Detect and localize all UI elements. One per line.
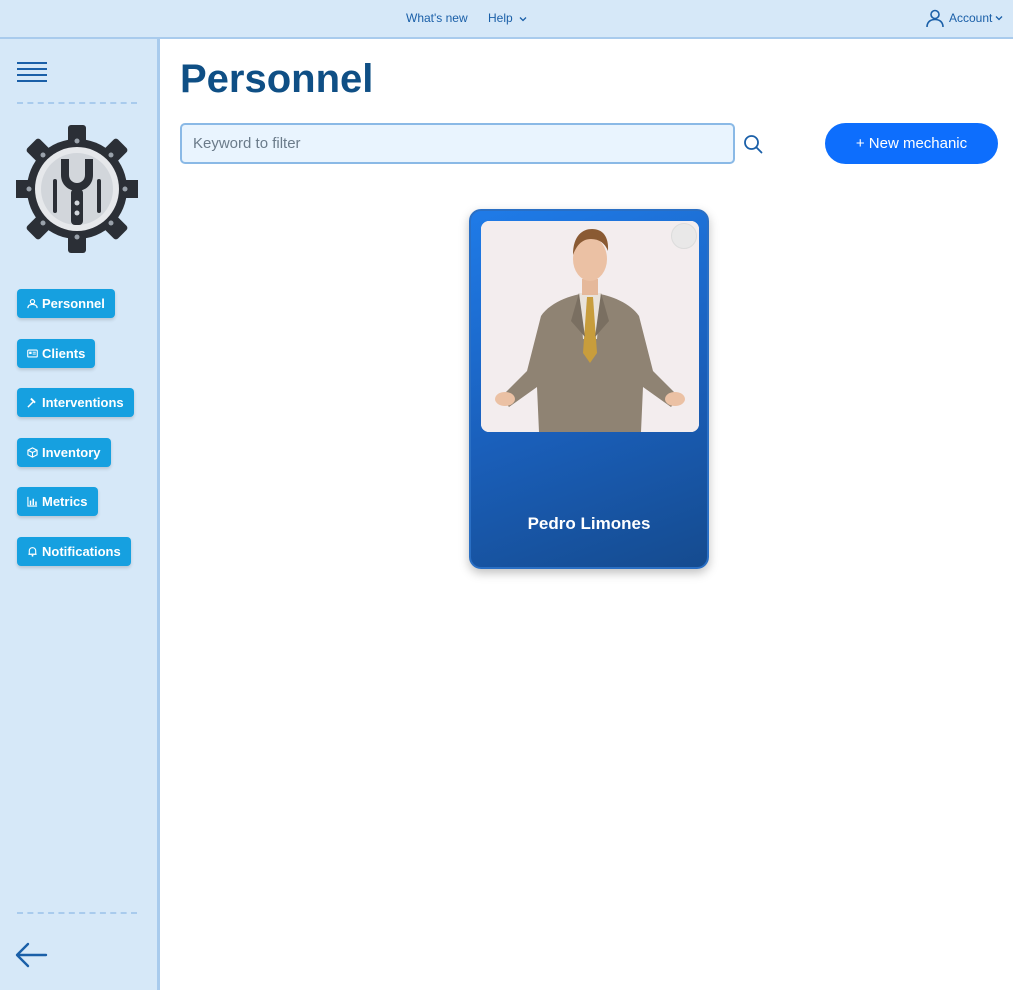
help-label: Help bbox=[488, 11, 513, 25]
hamburger-menu-icon[interactable] bbox=[16, 59, 48, 87]
box-icon bbox=[27, 447, 38, 458]
divider bbox=[17, 912, 137, 914]
account-menu[interactable]: Account bbox=[925, 8, 1003, 28]
hammer-icon bbox=[27, 397, 36, 408]
profile-photo bbox=[481, 221, 699, 432]
select-checkbox[interactable] bbox=[671, 223, 697, 249]
arrow-left-icon[interactable] bbox=[14, 937, 50, 973]
sidebar: Personnel Clients Interventions Inventor… bbox=[0, 39, 160, 990]
bar-chart-icon bbox=[27, 496, 38, 507]
sidebar-item-label: Metrics bbox=[42, 494, 88, 509]
whats-new-link[interactable]: What's new bbox=[406, 11, 468, 25]
sidebar-item-interventions[interactable]: Interventions bbox=[17, 388, 134, 417]
sidebar-item-label: Personnel bbox=[42, 296, 105, 311]
sidebar-item-inventory[interactable]: Inventory bbox=[17, 438, 111, 467]
sidebar-item-notifications[interactable]: Notifications bbox=[17, 537, 131, 566]
sidebar-item-label: Clients bbox=[42, 346, 86, 361]
user-icon bbox=[926, 9, 944, 28]
sidebar-item-metrics[interactable]: Metrics bbox=[17, 487, 98, 516]
personnel-icon bbox=[27, 298, 38, 309]
sidebar-item-clients[interactable]: Clients bbox=[17, 339, 96, 368]
card-name: Pedro Limones bbox=[527, 514, 651, 533]
sidebar-item-label: Inventory bbox=[42, 445, 101, 460]
new-mechanic-button[interactable]: + New mechanic bbox=[825, 123, 998, 164]
personnel-card[interactable]: Pedro Limones bbox=[469, 209, 709, 569]
search-icon[interactable] bbox=[743, 134, 763, 154]
gear-wrench-logo bbox=[16, 125, 138, 253]
divider bbox=[17, 102, 137, 104]
chevron-down-icon bbox=[519, 16, 527, 22]
search-input[interactable] bbox=[180, 123, 735, 164]
page-title: Personnel bbox=[180, 57, 374, 101]
sidebar-item-label: Notifications bbox=[42, 544, 121, 559]
account-label: Account bbox=[949, 11, 993, 25]
bell-icon bbox=[28, 547, 37, 557]
id-card-icon bbox=[27, 349, 38, 358]
help-menu[interactable]: Help bbox=[488, 11, 527, 25]
top-bar: What's new Help Account bbox=[0, 0, 1013, 39]
chevron-down-icon bbox=[995, 16, 1003, 21]
person-photo bbox=[481, 221, 699, 432]
sidebar-item-personnel[interactable]: Personnel bbox=[17, 289, 115, 318]
sidebar-item-label: Interventions bbox=[42, 395, 124, 410]
